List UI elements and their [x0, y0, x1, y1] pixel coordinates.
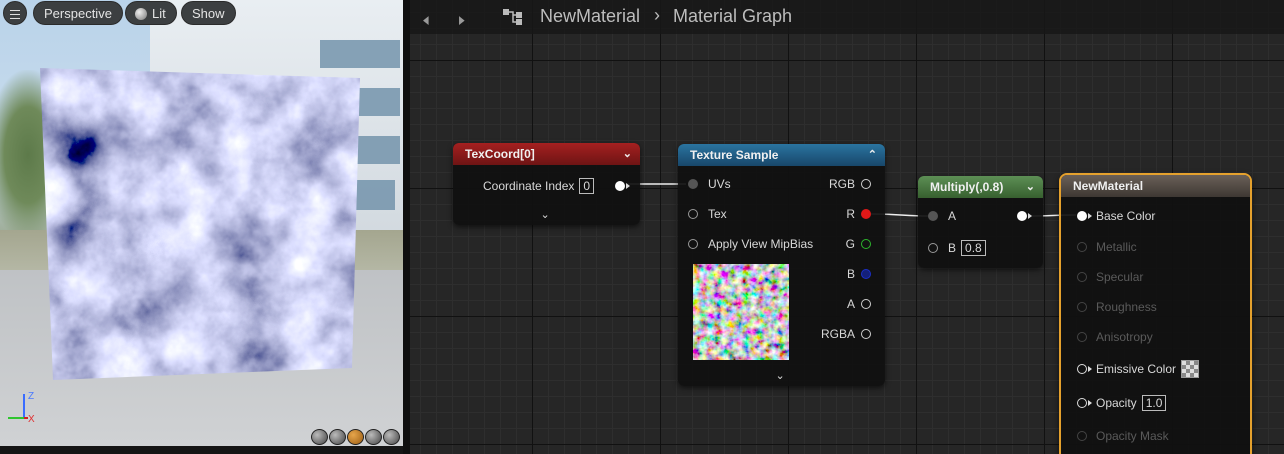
collapse-node-icon[interactable]: ⌄: [776, 369, 785, 382]
base-color-pin[interactable]: [1077, 211, 1087, 221]
multiply-a-label: A: [948, 209, 957, 223]
teapot-shape-icon[interactable]: [383, 429, 400, 445]
multiply-node-title: Multiply(,0.8): [930, 180, 1004, 194]
chevron-down-icon[interactable]: ⌄: [623, 143, 632, 165]
mipbias-input-pin[interactable]: [688, 239, 698, 249]
metallic-pin[interactable]: [1077, 242, 1087, 252]
texture-sample-node[interactable]: Texture Sample ⌃ UVs Tex Apply View MipB…: [678, 144, 885, 386]
multiply-node-header[interactable]: Multiply(,0.8) ⌄: [918, 176, 1043, 198]
g-output-pin[interactable]: [861, 239, 871, 249]
base-color-label: Base Color: [1096, 209, 1156, 223]
axis-x-label: X: [28, 414, 35, 425]
anisotropy-label: Anisotropy: [1096, 330, 1153, 344]
pin-arrow-icon: [1028, 213, 1032, 219]
roughness-pin[interactable]: [1077, 302, 1087, 312]
multiply-b-label: B: [948, 241, 957, 255]
material-editor: Perspective Lit Show Z X 🢐 🢒 NewMaterial…: [0, 0, 1284, 454]
pin-arrow-icon: [1088, 213, 1092, 219]
cylinder-shape-icon[interactable]: [311, 429, 328, 445]
cube-shape-icon[interactable]: [365, 429, 382, 445]
g-label: G: [845, 237, 855, 251]
uvs-label: UVs: [708, 177, 731, 191]
coordinate-index-row: Coordinate Index 0: [483, 178, 595, 194]
rgb-label: RGB: [828, 177, 855, 191]
specular-pin[interactable]: [1077, 272, 1087, 282]
r-label: R: [846, 207, 855, 221]
chevron-up-icon[interactable]: ⌃: [868, 144, 877, 166]
multiply-b-value[interactable]: 0.8: [961, 240, 986, 256]
texcoord-node[interactable]: TexCoord[0] ⌄ Coordinate Index 0 ⌄: [453, 143, 640, 225]
plane-shape-icon[interactable]: [347, 429, 364, 445]
specular-label: Specular: [1096, 270, 1144, 284]
texcoord-node-header[interactable]: TexCoord[0] ⌄: [453, 143, 640, 165]
material-result-title: NewMaterial: [1073, 179, 1144, 193]
a-label: A: [846, 297, 855, 311]
emissive-color-pin[interactable]: [1077, 364, 1087, 374]
preview-shape-toolbar: [311, 429, 400, 445]
texture-thumbnail[interactable]: [693, 264, 789, 360]
expand-node-icon[interactable]: ⌄: [541, 208, 550, 221]
material-result-node-header[interactable]: NewMaterial: [1061, 175, 1250, 197]
viewport-bottom-bar: [0, 446, 403, 454]
perspective-button[interactable]: Perspective: [33, 1, 123, 25]
preview-viewport[interactable]: Perspective Lit Show Z X: [0, 0, 403, 446]
opacity-mask-label: Opacity Mask: [1096, 429, 1169, 443]
sphere-shape-icon[interactable]: [329, 429, 346, 445]
opacity-value[interactable]: 1.0: [1141, 395, 1167, 411]
texture-sample-node-title: Texture Sample: [690, 148, 779, 162]
show-button[interactable]: Show: [181, 1, 236, 25]
rgba-label: RGBA: [820, 327, 855, 341]
lit-icon: [135, 8, 147, 20]
lit-button[interactable]: Lit: [125, 1, 177, 25]
chevron-down-icon[interactable]: ⌄: [1026, 176, 1035, 198]
opacity-pin[interactable]: [1077, 398, 1087, 408]
multiply-output-pin[interactable]: [1017, 211, 1027, 221]
preview-mesh-plane: [40, 68, 360, 380]
multiply-b-row: B 0.8: [948, 240, 986, 256]
pin-arrow-icon: [1088, 400, 1092, 406]
coordinate-index-value[interactable]: 0: [579, 178, 595, 194]
tex-label: Tex: [708, 207, 727, 221]
texcoord-output-pin[interactable]: [615, 181, 625, 191]
pin-arrow-icon: [626, 183, 630, 189]
anisotropy-pin[interactable]: [1077, 332, 1087, 342]
axis-z-label: Z: [28, 391, 34, 402]
texcoord-node-title: TexCoord[0]: [465, 147, 535, 161]
roughness-label: Roughness: [1096, 300, 1157, 314]
emissive-color-swatch[interactable]: [1181, 360, 1199, 378]
metallic-label: Metallic: [1096, 240, 1137, 254]
r-output-pin[interactable]: [861, 209, 871, 219]
rgba-output-pin[interactable]: [861, 329, 871, 339]
opacity-mask-pin[interactable]: [1077, 431, 1087, 441]
multiply-a-input-pin[interactable]: [928, 211, 938, 221]
coordinate-index-label: Coordinate Index: [483, 179, 575, 193]
b-output-pin[interactable]: [861, 269, 871, 279]
multiply-b-input-pin[interactable]: [928, 243, 938, 253]
b-label: B: [846, 267, 855, 281]
panel-splitter[interactable]: [403, 0, 410, 454]
texture-sample-node-header[interactable]: Texture Sample ⌃: [678, 144, 885, 166]
lit-label: Lit: [152, 6, 166, 21]
viewport-menu-button[interactable]: [3, 1, 27, 25]
tex-input-pin[interactable]: [688, 209, 698, 219]
rgb-output-pin[interactable]: [861, 179, 871, 189]
material-graph-canvas[interactable]: 🢐 🢒 NewMaterial › Material Graph TexCoor…: [410, 0, 1284, 454]
mipbias-label: Apply View MipBias: [708, 237, 814, 251]
opacity-row: Opacity 1.0: [1096, 395, 1167, 411]
uvs-input-pin[interactable]: [688, 179, 698, 189]
multiply-node[interactable]: Multiply(,0.8) ⌄ A B 0.8: [918, 176, 1043, 268]
a-output-pin[interactable]: [861, 299, 871, 309]
emissive-color-label: Emissive Color: [1096, 362, 1177, 376]
material-result-node[interactable]: NewMaterial Base Color Metallic Specular…: [1059, 173, 1252, 454]
pin-arrow-icon: [1088, 366, 1092, 372]
axis-gizmo-icon: Z X: [8, 391, 35, 425]
opacity-label: Opacity: [1096, 396, 1137, 410]
